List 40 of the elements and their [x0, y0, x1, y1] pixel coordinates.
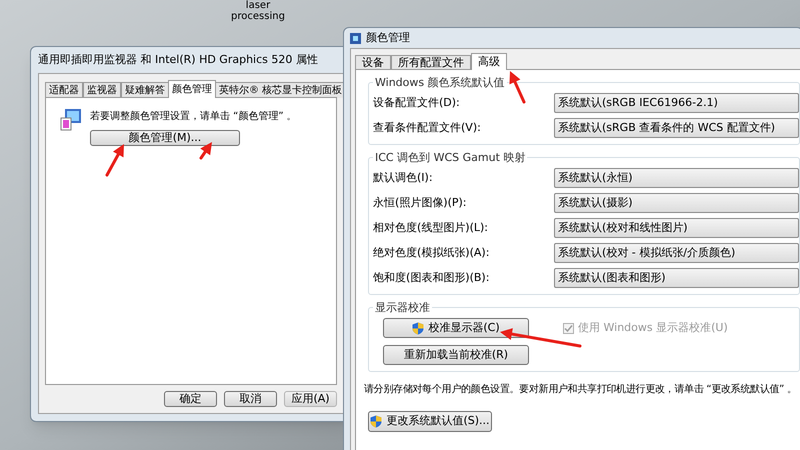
annotation-arrow [106, 144, 124, 176]
dropdown[interactable]: 系统默认(摄影) [554, 193, 799, 213]
tab[interactable]: 所有配置文件 [391, 55, 471, 70]
dropdown[interactable]: 系统默认(校对 - 模拟纸张/介质颜色) [554, 243, 799, 263]
field-label: 绝对色度(模拟纸张)(A): [373, 244, 490, 261]
checkbox-label: 使用 Windows 显示器校准(U) [578, 320, 728, 336]
tab[interactable]: 监视器 [83, 82, 121, 98]
field-label: 永恒(照片图像)(P): [373, 194, 468, 211]
field-label: 设备配置文件(D): [373, 94, 461, 111]
color-management-button[interactable]: 颜色管理(M)... [90, 130, 240, 146]
dialog-button[interactable]: 取消 [224, 391, 277, 407]
tab[interactable]: 适配器 [45, 82, 83, 98]
tab[interactable]: 设备 [355, 55, 391, 70]
shield-icon [370, 415, 382, 428]
dropdown[interactable]: 系统默认(sRGB IEC61966-2.1) [554, 93, 799, 113]
field-label: 饱和度(图表和图形)(B): [373, 270, 490, 286]
field-label: 查看条件配置文件(V): [373, 120, 482, 136]
calibrate-display-button[interactable]: 校准显示器(C) [383, 318, 529, 338]
dialog-button[interactable]: 确定 [164, 391, 217, 407]
note-text: 请分别存储对每个用户的颜色设置。要对新用户和共享打印机进行更改，请单击 “更改系统默认值” 。 [364, 382, 798, 397]
dropdown[interactable]: 系统默认(校对和线性图片) [554, 218, 799, 238]
color-app-icon [350, 32, 361, 44]
dropdown[interactable]: 系统默认(永恒) [554, 168, 799, 188]
tab[interactable]: 颜色管理 [168, 80, 216, 98]
field-label: 默认调色(I): [373, 170, 434, 186]
dropdown[interactable]: 系统默认(图表和图形) [554, 268, 799, 288]
window-title: 颜色管理 [366, 30, 410, 46]
reload-calibration-button[interactable]: 重新加载当前校准(R) [383, 345, 529, 365]
monitor-color-icon [60, 108, 82, 132]
annotation-arrow [509, 71, 526, 104]
change-defaults-button[interactable]: 更改系统默认值(S)... [368, 411, 492, 432]
window-title: 通用即插即用监视器 和 Intel(R) HD Graphics 520 属性 [38, 52, 318, 68]
shield-icon [412, 322, 424, 334]
dropdown[interactable]: 系统默认(sRGB 查看条件的 WCS 配置文件) [554, 118, 799, 138]
tab[interactable]: 高级 [471, 53, 507, 70]
tab[interactable]: 疑难解答 [121, 82, 169, 98]
annotation-arrow [200, 142, 212, 160]
instruction-text: 若要调整颜色管理设置，请单击 “颜色管理” 。 [90, 110, 297, 124]
field-label: 相对色度(线型图片)(L): [373, 220, 490, 236]
desktop-icon-label[interactable]: laser processing [228, 0, 288, 22]
